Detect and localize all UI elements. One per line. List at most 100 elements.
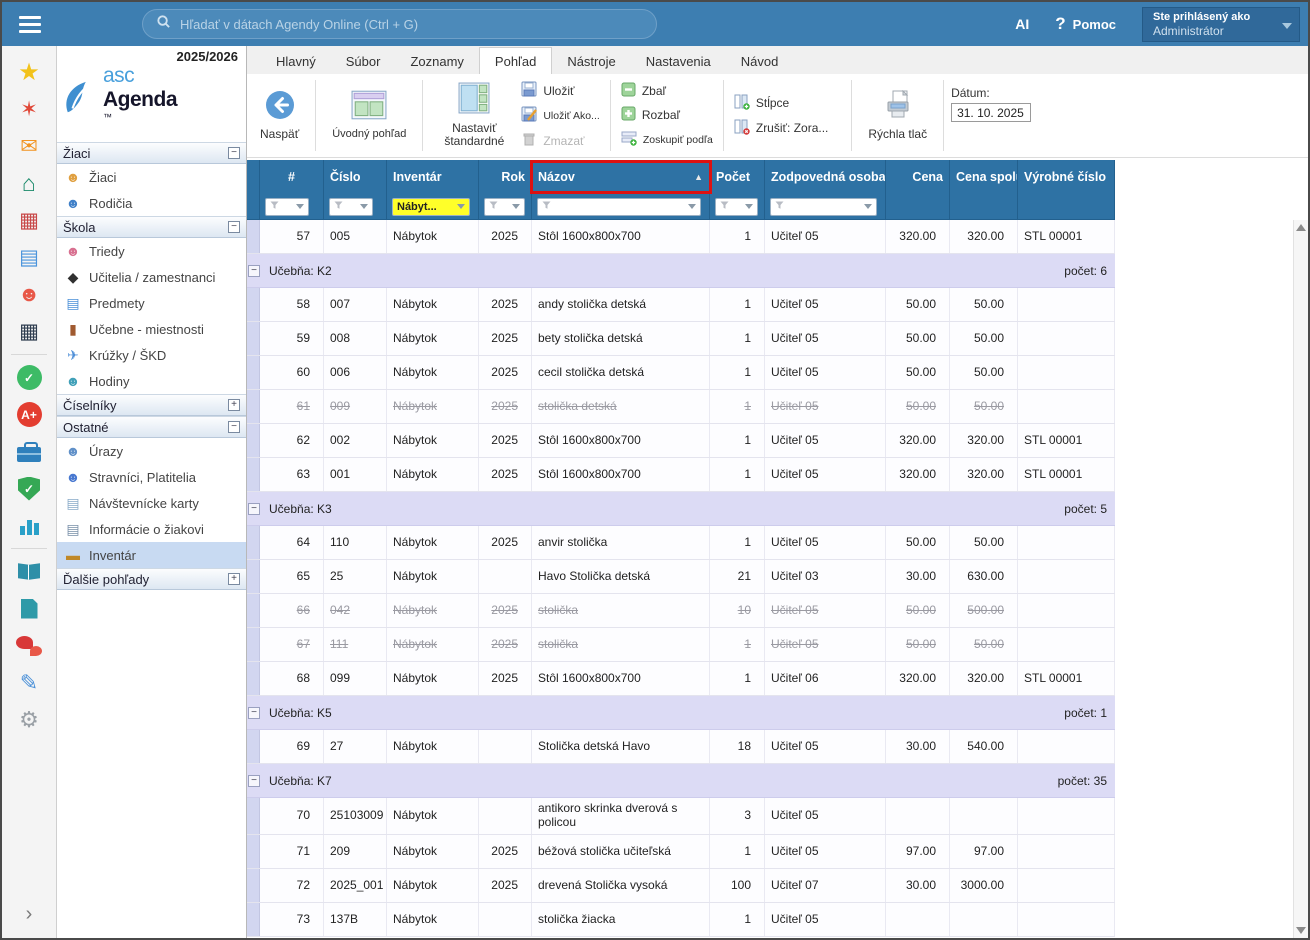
- favorites-star-icon[interactable]: ★: [2, 54, 56, 91]
- expand-rail-chevron-icon[interactable]: ›: [26, 903, 33, 926]
- expand-plus-icon[interactable]: +: [228, 399, 240, 411]
- collapse-all-button[interactable]: Zbaľ: [618, 81, 716, 101]
- sidebar-section--seln-ky[interactable]: Číselníky+: [57, 394, 246, 416]
- collapse-minus-icon[interactable]: −: [228, 147, 240, 159]
- table-row[interactable]: 58007Nábytok2025andy stolička detská1Uči…: [247, 288, 1115, 322]
- table-row[interactable]: 57005Nábytok2025Stôl 1600x800x7001Učiteľ…: [247, 220, 1115, 254]
- calendar-clock-icon[interactable]: ▦: [2, 313, 56, 350]
- shield-check-icon[interactable]: ✓: [2, 470, 56, 507]
- column-header-cena[interactable]: Cena: [886, 160, 950, 194]
- table-row[interactable]: 6525NábytokHavo Stolička detská21Učiteľ …: [247, 560, 1115, 594]
- scroll-down-icon[interactable]: [1296, 927, 1306, 934]
- hamburger-menu-icon[interactable]: [2, 16, 57, 33]
- tab-n-stroje[interactable]: Nástroje: [552, 48, 630, 74]
- group-row[interactable]: −Učebňa: K7počet: 35: [247, 764, 1115, 798]
- table-row[interactable]: 722025_001Nábytok2025drevená Stolička vy…: [247, 869, 1115, 903]
- grades-aplus-icon[interactable]: A+: [2, 396, 56, 433]
- ai-button[interactable]: AI: [1015, 16, 1029, 32]
- collapse-minus-icon[interactable]: −: [228, 421, 240, 433]
- vertical-scrollbar[interactable]: [1293, 220, 1308, 938]
- filter-value-inventar[interactable]: Nábyt...: [392, 198, 470, 216]
- attendance-person-icon[interactable]: ☻: [2, 276, 56, 313]
- table-row[interactable]: 62002Nábytok2025Stôl 1600x800x7001Učiteľ…: [247, 424, 1115, 458]
- column-header-num[interactable]: #: [260, 160, 324, 194]
- filter-input-nazov[interactable]: [537, 198, 701, 216]
- library-book-icon[interactable]: [2, 553, 56, 590]
- search-input[interactable]: Hľadať v dátach Agendy Online (Ctrl + G): [142, 9, 657, 39]
- collapse-group-icon[interactable]: −: [248, 707, 260, 719]
- chat-bubbles-icon[interactable]: [2, 627, 56, 664]
- table-row[interactable]: 64110Nábytok2025anvir stolička1Učiteľ 05…: [247, 526, 1115, 560]
- column-header-vyrobne[interactable]: Výrobné číslo: [1018, 160, 1115, 194]
- collapse-group-icon[interactable]: −: [248, 503, 260, 515]
- sidebar-section-ostatn-[interactable]: Ostatné−: [57, 416, 246, 438]
- table-row[interactable]: 59008Nábytok2025bety stolička detská1Uči…: [247, 322, 1115, 356]
- table-row[interactable]: 68099Nábytok2025Stôl 1600x800x7001Učiteľ…: [247, 662, 1115, 696]
- sidebar-item-kr-ky-kd[interactable]: ✈Krúžky / ŠKD: [57, 342, 246, 368]
- sidebar-item-inform-cie-o-iakovi[interactable]: ▤Informácie o žiakovi: [57, 516, 246, 542]
- table-row[interactable]: 71209Nábytok2025béžová stolička učiteľsk…: [247, 835, 1115, 869]
- sidebar-item-hodiny[interactable]: ☻Hodiny: [57, 368, 246, 394]
- tab-zoznamy[interactable]: Zoznamy: [395, 48, 478, 74]
- home-icon[interactable]: ⌂: [2, 165, 56, 202]
- date-input[interactable]: 31. 10. 2025: [951, 103, 1031, 122]
- column-header-pocet[interactable]: Počet: [710, 160, 765, 194]
- timetable-grid-icon[interactable]: ▦: [2, 202, 56, 239]
- delete-button[interactable]: Zmazať: [518, 130, 602, 151]
- group-row[interactable]: −Učebňa: K3počet: 5: [247, 492, 1115, 526]
- cancel-sort-button[interactable]: Zrušiť: Zora...: [731, 118, 832, 139]
- settings-gear-icon[interactable]: ⚙: [2, 701, 56, 738]
- column-header-rok[interactable]: Rok: [479, 160, 532, 194]
- quick-print-button[interactable]: Rýchla tlač: [859, 77, 936, 154]
- sidebar-section--al-ie-poh-ady[interactable]: Ďalšie pohľady+: [57, 568, 246, 590]
- sidebar-item-n-v-tevn-cke-karty[interactable]: ▤Návštevnícke karty: [57, 490, 246, 516]
- group-row[interactable]: −Učebňa: K5počet: 1: [247, 696, 1115, 730]
- filter-input-cislo[interactable]: [329, 198, 373, 216]
- table-row[interactable]: 61009Nábytok2025stolička detská1Učiteľ 0…: [247, 390, 1115, 424]
- check-circle-icon[interactable]: ✓: [2, 359, 56, 396]
- sidebar-item-predmety[interactable]: ▤Predmety: [57, 290, 246, 316]
- set-default-button[interactable]: Nastaviť štandardné: [430, 77, 518, 154]
- table-row[interactable]: 66042Nábytok2025stolička10Učiteľ 0550.00…: [247, 594, 1115, 628]
- sidebar-item-invent-r[interactable]: ▬Inventár: [57, 542, 246, 568]
- table-row[interactable]: 6927NábytokStolička detská Havo18Učiteľ …: [247, 730, 1115, 764]
- filter-input-rok[interactable]: [484, 198, 525, 216]
- sidebar-section--iaci[interactable]: Žiaci−: [57, 142, 246, 164]
- agenda-pen-icon[interactable]: ✎: [2, 664, 56, 701]
- back-button[interactable]: Naspäť: [251, 77, 308, 154]
- save-as-button[interactable]: Uložiť Ako...: [518, 105, 602, 126]
- sidebar-item--razy[interactable]: ☻Úrazy: [57, 438, 246, 464]
- column-header-osoba[interactable]: Zodpovedná osoba: [765, 160, 886, 194]
- collapse-minus-icon[interactable]: −: [228, 221, 240, 233]
- group-row[interactable]: −Učebňa: K2počet: 6: [247, 254, 1115, 288]
- help-button[interactable]: ? Pomoc: [1055, 14, 1116, 34]
- scroll-up-icon[interactable]: [1296, 224, 1306, 231]
- sidebar-item-triedy[interactable]: ☻Triedy: [57, 238, 246, 264]
- table-row[interactable]: 60006Nábytok2025cecil stolička detská1Uč…: [247, 356, 1115, 390]
- column-header-nazov[interactable]: Názov▲: [532, 160, 710, 194]
- sidebar-section--kola[interactable]: Škola−: [57, 216, 246, 238]
- documents-icon[interactable]: [2, 590, 56, 627]
- tab-n-vod[interactable]: Návod: [726, 48, 794, 74]
- sidebar-item-u-itelia-zamestnanci[interactable]: ◆Učitelia / zamestnanci: [57, 264, 246, 290]
- tab-hlavn-[interactable]: Hlavný: [261, 48, 331, 74]
- group-by-button[interactable]: Zoskupiť podľa: [618, 129, 716, 150]
- collapse-group-icon[interactable]: −: [248, 775, 260, 787]
- columns-button[interactable]: Stĺpce: [731, 93, 832, 114]
- table-row[interactable]: 7025103009Nábytokantikoro skrinka dverov…: [247, 798, 1115, 835]
- filter-input-osoba[interactable]: [770, 198, 877, 216]
- table-row[interactable]: 63001Nábytok2025Stôl 1600x800x7001Učiteľ…: [247, 458, 1115, 492]
- gradebook-notebook-icon[interactable]: ▤: [2, 239, 56, 276]
- expand-plus-icon[interactable]: +: [228, 573, 240, 585]
- logged-in-user-dropdown[interactable]: Ste prihlásený ako Administrátor: [1142, 7, 1300, 42]
- column-header-cislo[interactable]: Číslo: [324, 160, 387, 194]
- column-header-inventar[interactable]: Inventár: [387, 160, 479, 194]
- briefcase-icon[interactable]: [2, 433, 56, 470]
- messages-envelope-icon[interactable]: ✉: [2, 128, 56, 165]
- sidebar-item--iaci[interactable]: ☻Žiaci: [57, 164, 246, 190]
- wizard-wand-icon[interactable]: ✶: [2, 91, 56, 128]
- table-row[interactable]: 67111Nábytok2025stolička1Učiteľ 0550.005…: [247, 628, 1115, 662]
- tab-s-bor[interactable]: Súbor: [331, 48, 396, 74]
- home-view-button[interactable]: Úvodný pohľad: [323, 77, 415, 154]
- sidebar-item-rodi-ia[interactable]: ☻Rodičia: [57, 190, 246, 216]
